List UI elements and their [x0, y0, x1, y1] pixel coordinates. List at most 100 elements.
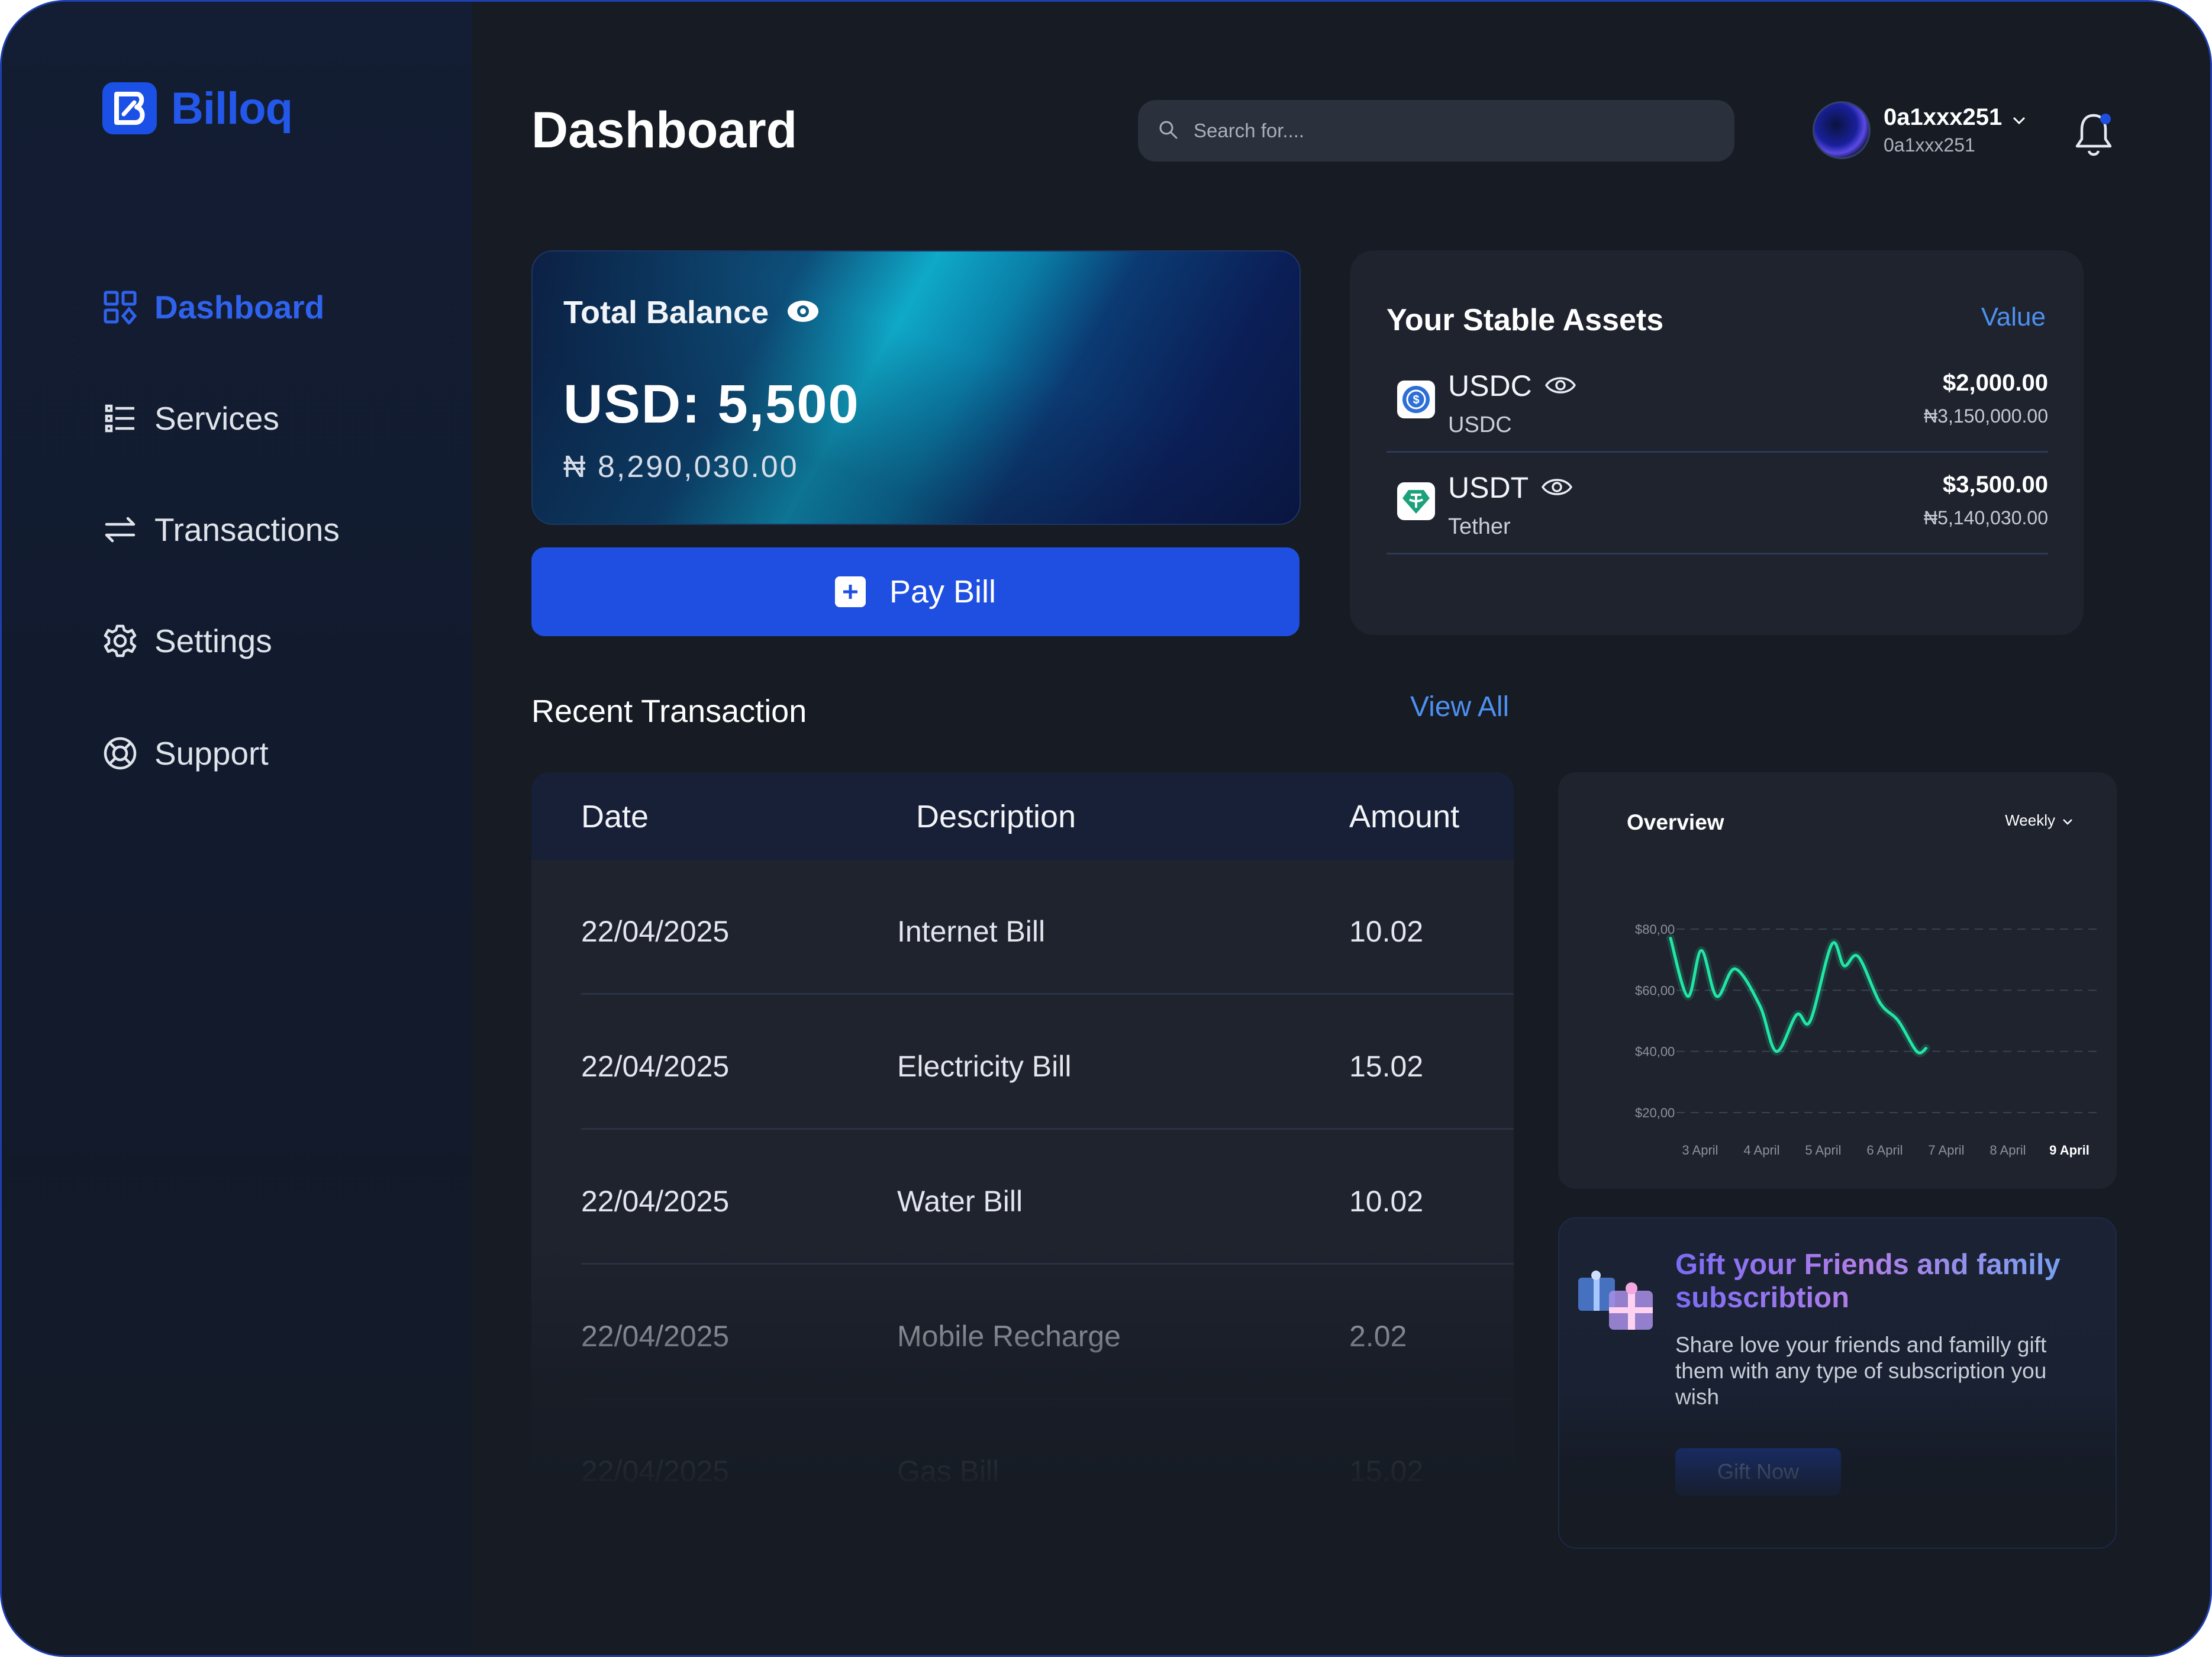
x-tick-label: 6 April	[1866, 1143, 1903, 1158]
x-tick-label: 3 April	[1682, 1143, 1718, 1158]
value-link[interactable]: Value	[1981, 302, 2046, 332]
sidebar-item-support[interactable]: Support	[102, 730, 269, 777]
sidebar-item-label: Transactions	[154, 511, 340, 548]
row-date: 22/04/2025	[581, 1185, 730, 1218]
assets-title: Your Stable Assets	[1386, 303, 1664, 337]
row-date: 22/04/2025	[581, 915, 730, 948]
stable-assets-card: Your Stable Assets Value $ USDC USDC $2,…	[1350, 250, 2084, 635]
balance-card: Total Balance USD: 5,500 ₦ 8,290,030.00	[531, 250, 1301, 525]
row-date: 22/04/2025	[581, 1320, 730, 1353]
logo-mark-icon	[102, 82, 157, 134]
list-icon	[102, 401, 138, 436]
sidebar-item-settings[interactable]: Settings	[102, 617, 272, 665]
column-header-amount: Amount	[1349, 799, 1460, 834]
table-row[interactable]: 22/04/2025 Mobile Recharge 2.02	[581, 1265, 1514, 1400]
tether-coin-icon	[1397, 482, 1435, 520]
transactions-table: Date Description Amount 22/04/2025 Inter…	[531, 772, 1514, 1494]
row-amount: 15.02	[1349, 1050, 1424, 1083]
pay-bill-button[interactable]: Pay Bill	[531, 547, 1300, 636]
page-title: Dashboard	[531, 102, 798, 159]
gift-title: Gift your Friends and family subscribtio…	[1675, 1248, 2090, 1314]
y-tick-label: $20,00	[1635, 1105, 1675, 1120]
sidebar: Billoq Dashboard Services Transactions S…	[2, 2, 472, 1655]
period-select[interactable]: Weekly	[2005, 811, 2073, 830]
view-all-link[interactable]: View All	[1410, 691, 1509, 723]
notification-button[interactable]	[2073, 111, 2114, 161]
row-date: 22/04/2025	[581, 1455, 730, 1488]
sidebar-item-dashboard[interactable]: Dashboard	[102, 283, 324, 331]
row-description: Mobile Recharge	[897, 1320, 1121, 1353]
gear-icon	[102, 623, 138, 659]
search-icon	[1158, 120, 1178, 143]
plus-icon	[834, 576, 866, 607]
gift-box-icon	[1572, 1254, 1667, 1340]
table-header: Date Description Amount	[531, 772, 1514, 860]
table-row[interactable]: 22/04/2025 Water Bill 10.02	[581, 1130, 1514, 1265]
overview-card: $80,00 $60,00 $40,00 $20,00 3 April 4 April 5 …	[1558, 772, 2117, 1189]
x-tick-label: 8 April	[1989, 1143, 2026, 1158]
balance-label: Total Balance	[563, 295, 769, 330]
asset-value: $3,500.00	[1943, 472, 2048, 498]
column-header-date: Date	[581, 799, 649, 834]
x-tick-label: 9 April	[2049, 1143, 2090, 1158]
search-bar[interactable]	[1138, 100, 1734, 162]
chevron-down-icon	[2062, 811, 2073, 830]
row-amount: 15.02	[1349, 1455, 1424, 1488]
gift-now-button[interactable]: Gift Now	[1675, 1448, 1841, 1495]
arrows-swap-icon	[102, 512, 138, 547]
column-header-description: Description	[916, 799, 1076, 834]
row-amount: 2.02	[1349, 1320, 1407, 1353]
user-menu[interactable]: 0a1xxx251 0a1xxx251	[1813, 101, 2026, 159]
sidebar-item-label: Dashboard	[154, 289, 325, 325]
x-tick-label: 4 April	[1743, 1143, 1779, 1158]
x-tick-label: 5 April	[1805, 1143, 1841, 1158]
sidebar-item-services[interactable]: Services	[102, 395, 279, 442]
usdc-coin-icon: $	[1397, 381, 1435, 418]
row-amount: 10.02	[1349, 1185, 1424, 1218]
row-description: Water Bill	[897, 1185, 1023, 1218]
sidebar-item-transactions[interactable]: Transactions	[102, 506, 340, 553]
asset-name: USDC	[1448, 412, 1512, 437]
logo-text: Billoq	[171, 83, 293, 134]
eye-icon[interactable]	[1542, 470, 1573, 505]
asset-value: $2,000.00	[1943, 370, 2048, 396]
asset-ngn-value: ₦3,150,000.00	[1924, 405, 2048, 427]
series-line	[1669, 937, 1928, 1055]
eye-icon[interactable]	[1544, 369, 1576, 403]
table-row[interactable]: 22/04/2025 Internet Bill 10.02	[581, 860, 1514, 995]
balance-usd: USD: 5,500	[563, 374, 860, 434]
period-value: Weekly	[2005, 811, 2055, 829]
lifebuoy-icon	[102, 736, 138, 771]
row-date: 22/04/2025	[581, 1050, 730, 1083]
balance-ngn: ₦ 8,290,030.00	[563, 450, 799, 484]
logo[interactable]: Billoq	[102, 82, 293, 134]
pay-bill-label: Pay Bill	[889, 574, 997, 610]
gift-text: Share love your friends and familly gift…	[1675, 1333, 2047, 1409]
section-title: Recent Transaction	[531, 694, 807, 729]
overview-title: Overview	[1627, 810, 1724, 834]
search-input[interactable]	[1194, 120, 1667, 142]
asset-ngn-value: ₦5,140,030.00	[1924, 507, 2048, 528]
asset-symbol: USDT	[1448, 471, 1529, 504]
chevron-down-icon	[2013, 104, 2026, 131]
gift-promo-card: Gift your Friends and family subscribtio…	[1558, 1217, 2117, 1549]
grid-icon	[102, 289, 138, 325]
series-line-glow	[1666, 934, 1930, 1058]
svg-text:$: $	[1413, 394, 1419, 407]
asset-symbol: USDC	[1448, 369, 1532, 402]
asset-name: Tether	[1448, 514, 1511, 539]
avatar	[1813, 101, 1871, 159]
row-amount: 10.02	[1349, 915, 1424, 948]
sidebar-item-label: Services	[154, 400, 279, 437]
table-row[interactable]: 22/04/2025 Gas Bill 15.02	[581, 1400, 1514, 1494]
asset-row[interactable]: $ USDC USDC $2,000.00 ₦3,150,000.00	[1386, 351, 2048, 453]
bell-icon	[2073, 114, 2114, 160]
eye-icon[interactable]	[786, 294, 820, 331]
table-row[interactable]: 22/04/2025 Electricity Bill 15.02	[581, 995, 1514, 1130]
y-tick-label: $40,00	[1635, 1045, 1675, 1059]
user-handle: 0a1xxx251	[1884, 134, 1975, 156]
asset-row[interactable]: USDT Tether $3,500.00 ₦5,140,030.00	[1386, 453, 2048, 555]
sidebar-item-label: Support	[154, 735, 269, 772]
user-name: 0a1xxx251	[1884, 104, 2003, 130]
sidebar-item-label: Settings	[154, 623, 272, 659]
